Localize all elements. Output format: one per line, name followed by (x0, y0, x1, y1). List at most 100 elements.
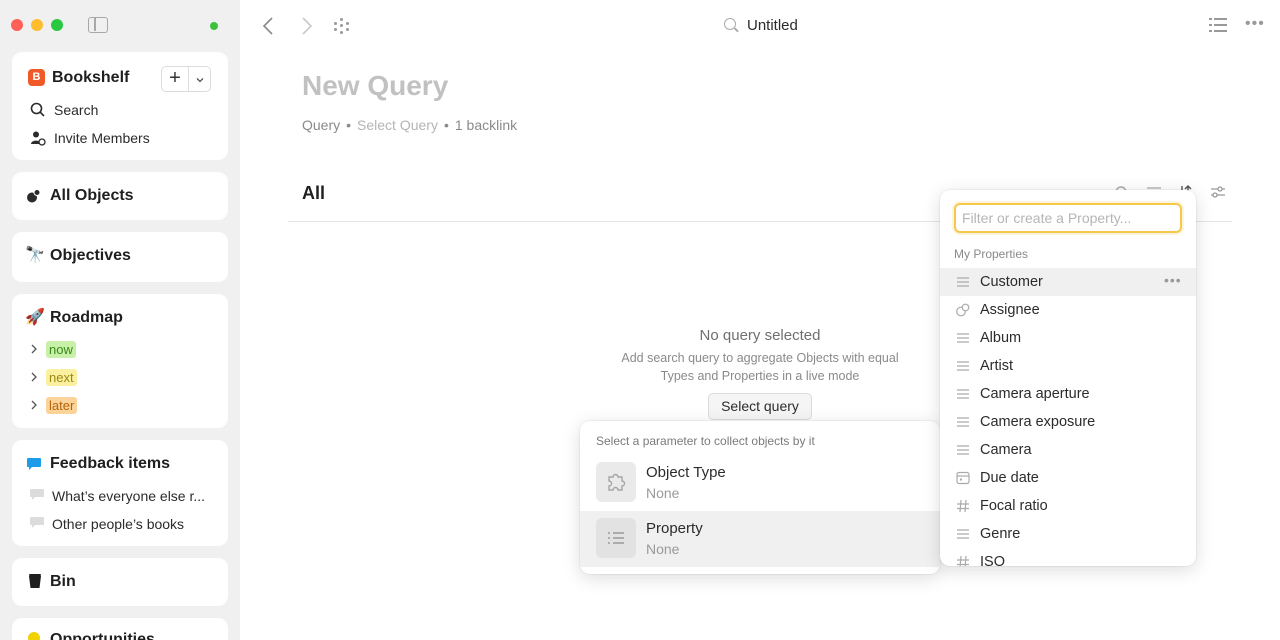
settings-sliders-icon[interactable] (1210, 185, 1226, 199)
opportunities-icon (28, 632, 40, 640)
chevron-right-icon (31, 400, 37, 410)
parameter-option-property[interactable]: Property None (580, 511, 940, 567)
comment-icon (30, 489, 44, 500)
tag-later: later (46, 397, 78, 414)
parameter-menu-heading: Select a parameter to collect objects by… (596, 434, 815, 448)
bin-label: Bin (50, 573, 76, 590)
property-item-genre[interactable]: Genre (940, 520, 1196, 548)
sidebar-invite-label: Invite Members (54, 130, 150, 146)
empty-desc-line-1: Add search query to aggregate Objects wi… (621, 351, 899, 365)
parameter-value: None (646, 485, 680, 501)
text-lines-icon (957, 361, 969, 371)
space-card: B Bookshelf + Search Invite Members (12, 52, 228, 160)
sidebar-item-opportunities[interactable]: Opportunities (12, 618, 228, 640)
property-item-camera-exposure[interactable]: Camera exposure (940, 408, 1196, 436)
property-item-focal-ratio[interactable]: Focal ratio (940, 492, 1196, 520)
property-menu: My Properties Customer ••• Assignee Albu… (940, 190, 1196, 566)
sidebar-item-bin[interactable]: Bin (12, 558, 228, 606)
opportunities-label: Opportunities (50, 631, 155, 640)
search-icon[interactable] (724, 18, 736, 30)
zoom-window-button[interactable] (51, 19, 63, 31)
objects-icon (27, 189, 41, 203)
property-label: Focal ratio (980, 498, 1048, 514)
graph-view-icon[interactable] (334, 18, 350, 34)
select-query-button[interactable]: Select query (708, 393, 812, 420)
document-title[interactable]: Untitled (747, 17, 798, 34)
empty-state-description: Add search query to aggregate Objects wi… (600, 349, 920, 385)
sidebar-toggle-icon[interactable] (88, 17, 108, 33)
sidebar-item-objectives[interactable]: 🔭 Objectives (12, 232, 228, 282)
meta-separator: • (346, 117, 352, 133)
space-badge: B (28, 69, 45, 86)
space-name[interactable]: Bookshelf (52, 69, 129, 87)
parameter-name: Object Type (646, 464, 726, 481)
text-lines-icon (957, 445, 969, 455)
property-label: ISO (980, 554, 1005, 566)
chevron-down-icon (196, 78, 203, 83)
all-objects-label: All Objects (50, 187, 134, 204)
property-group-heading: My Properties (954, 247, 1029, 261)
object-relation-icon (956, 303, 970, 317)
add-object-button[interactable]: + (161, 66, 189, 92)
property-item-camera[interactable]: Camera (940, 436, 1196, 464)
rocket-icon: 🚀 (25, 309, 45, 326)
forward-icon[interactable] (301, 17, 313, 35)
feedback-item-label: Other people’s books (52, 516, 185, 532)
text-lines-icon (957, 389, 969, 399)
back-icon[interactable] (262, 17, 274, 35)
property-label: Camera exposure (980, 414, 1096, 430)
objectives-label: Objectives (50, 247, 131, 264)
sidebar-item-all-objects[interactable]: All Objects (12, 172, 228, 220)
hash-icon (957, 555, 969, 566)
bin-icon (29, 574, 41, 588)
text-lines-icon (957, 529, 969, 539)
roadmap-label[interactable]: Roadmap (50, 309, 123, 327)
select-query-link[interactable]: Select Query (357, 117, 438, 133)
chevron-right-icon (31, 372, 37, 382)
property-label: Camera aperture (980, 386, 1090, 402)
empty-state-title: No query selected (699, 327, 821, 344)
property-item-artist[interactable]: Artist (940, 352, 1196, 380)
property-item-due-date[interactable]: Due date (940, 464, 1196, 492)
chevron-right-icon (31, 344, 37, 354)
backlinks-link[interactable]: 1 backlink (455, 117, 517, 133)
property-label: Camera (980, 442, 1032, 458)
search-icon (30, 102, 45, 117)
meta-separator: • (443, 117, 449, 133)
property-filter-input[interactable] (954, 203, 1182, 233)
feedback-label[interactable]: Feedback items (50, 455, 170, 473)
property-label: Artist (980, 358, 1014, 374)
property-label: Album (980, 330, 1022, 346)
sync-status-icon[interactable] (210, 22, 218, 30)
property-item-iso[interactable]: ISO (940, 548, 1196, 566)
text-lines-icon (957, 277, 969, 287)
sidebar-item-roadmap: 🚀 Roadmap now next later (12, 294, 228, 428)
property-label: Customer (980, 274, 1043, 290)
widgets-list-icon[interactable] (1209, 18, 1227, 32)
plus-icon: + (169, 67, 181, 89)
property-item-camera-aperture[interactable]: Camera aperture (940, 380, 1196, 408)
sidebar: B Bookshelf + Search Invite Members All … (0, 0, 240, 640)
property-label: Genre (980, 526, 1021, 542)
property-item-customer[interactable]: Customer ••• (940, 268, 1196, 296)
more-options-icon[interactable]: ••• (1245, 15, 1265, 33)
minimize-window-button[interactable] (31, 19, 43, 31)
object-type-link[interactable]: Query (302, 117, 340, 133)
add-object-dropdown[interactable] (188, 66, 211, 92)
empty-desc-line-2: Types and Properties in a live mode (660, 369, 860, 383)
comment-icon (30, 517, 44, 528)
parameter-option-object-type[interactable]: Object Type None (580, 455, 940, 511)
more-options-icon[interactable]: ••• (1164, 272, 1182, 288)
list-icon (596, 518, 636, 558)
close-window-button[interactable] (11, 19, 23, 31)
object-meta: Query • Select Query • 1 backlink (302, 117, 517, 133)
tag-now: now (46, 341, 76, 358)
text-lines-icon (957, 333, 969, 343)
set-view-tab-all[interactable]: All (302, 183, 325, 204)
parameter-menu: Select a parameter to collect objects by… (580, 421, 940, 574)
page-title[interactable]: New Query (302, 70, 448, 102)
invite-members-icon (31, 131, 46, 146)
property-item-assignee[interactable]: Assignee (940, 296, 1196, 324)
telescope-icon: 🔭 (25, 247, 45, 264)
property-item-album[interactable]: Album (940, 324, 1196, 352)
